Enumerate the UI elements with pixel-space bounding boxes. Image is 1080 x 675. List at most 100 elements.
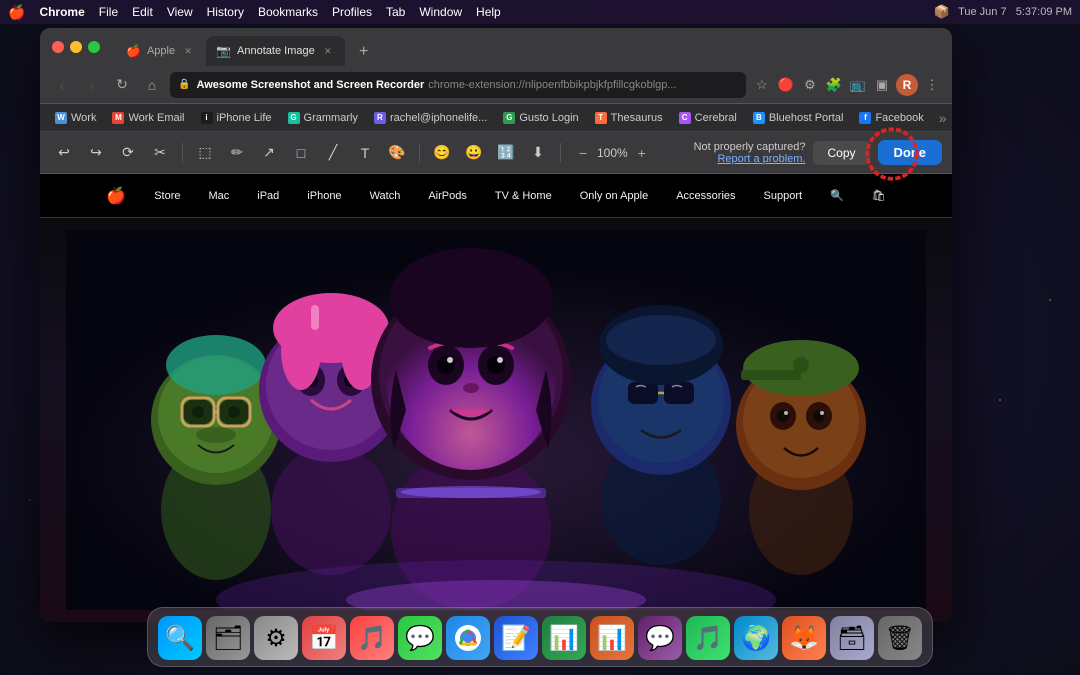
bookmark-gusto[interactable]: G Gusto Login: [496, 109, 585, 127]
bookmark-iphonelife[interactable]: i iPhone Life: [194, 109, 279, 127]
rotate-button[interactable]: ⟳: [114, 139, 142, 167]
dock-safari[interactable]: 🌍: [734, 616, 778, 660]
bookmark-work-email-label: Work Email: [128, 112, 184, 124]
tab-annotate[interactable]: 📷 Annotate Image ✕: [206, 36, 345, 66]
redo-button[interactable]: ↪: [82, 139, 110, 167]
extension-icon-chrome[interactable]: ⚙: [800, 75, 820, 95]
menubar-edit[interactable]: Edit: [132, 5, 153, 19]
new-tab-button[interactable]: +: [350, 38, 378, 66]
copy-button[interactable]: Copy: [813, 141, 869, 165]
dock-spotify[interactable]: 🎵: [686, 616, 730, 660]
bookmarks-bar: W Work M Work Email i iPhone Life G Gram…: [40, 104, 952, 132]
bookmark-work-email[interactable]: M Work Email: [105, 109, 191, 127]
zoom-in-button[interactable]: +: [632, 143, 652, 163]
bookmark-work[interactable]: W Work: [48, 109, 103, 127]
crop-button[interactable]: ✂: [146, 139, 174, 167]
bookmark-thesaurus-favicon: T: [595, 112, 607, 124]
menubar-bookmarks[interactable]: Bookmarks: [258, 5, 318, 19]
menubar-view[interactable]: View: [167, 5, 193, 19]
dock-finder2[interactable]: 🗃: [830, 616, 874, 660]
fill-button[interactable]: 🎨: [383, 139, 411, 167]
line-button[interactable]: ╱: [319, 139, 347, 167]
title-bar: 🍎 Apple ✕ 📷 Annotate Image ✕ +: [40, 28, 952, 66]
sidebar-icon[interactable]: ▣: [872, 75, 892, 95]
menubar-tab[interactable]: Tab: [386, 5, 405, 19]
tab-apple[interactable]: 🍎 Apple ✕: [116, 36, 205, 66]
zoom-control: − 100% +: [573, 143, 652, 163]
dock-powerpoint[interactable]: 📊: [590, 616, 634, 660]
dock-word[interactable]: 📝: [494, 616, 538, 660]
bookmark-facebook[interactable]: f Facebook: [852, 109, 930, 127]
tab-apple-close[interactable]: ✕: [181, 44, 195, 58]
dock-system-prefs[interactable]: ⚙: [254, 616, 298, 660]
capture-status: Not properly captured? Report a problem.: [694, 141, 806, 165]
arrow-button[interactable]: ↗: [255, 139, 283, 167]
toolbar-separator-2: [419, 143, 420, 163]
apple-nav-watch: Watch: [370, 190, 401, 202]
menubar-help[interactable]: Help: [476, 5, 501, 19]
bookmark-grammarly-label: Grammarly: [304, 112, 358, 124]
menubar-window[interactable]: Window: [419, 5, 462, 19]
bookmark-work-favicon: W: [55, 112, 67, 124]
download-button[interactable]: ⬇: [524, 139, 552, 167]
report-problem-link[interactable]: Report a problem.: [717, 153, 805, 165]
forward-button[interactable]: ›: [80, 73, 104, 97]
star-icon[interactable]: ☆: [752, 75, 772, 95]
apple-nav-airpods: AirPods: [428, 190, 467, 202]
dock-music[interactable]: 🎵: [350, 616, 394, 660]
apple-search-icon: 🔍: [830, 189, 844, 202]
bookmark-bluehost[interactable]: B Bluehost Portal: [746, 109, 851, 127]
menubar-dropbox-icon: 📦: [934, 4, 950, 20]
home-button[interactable]: ⌂: [140, 73, 164, 97]
menubar-history[interactable]: History: [207, 5, 244, 19]
bookmark-work-email-favicon: M: [112, 112, 124, 124]
dock-firefox[interactable]: 🦊: [782, 616, 826, 660]
apple-menu-icon[interactable]: 🍎: [8, 4, 25, 21]
apple-nav-bar: 🍎 Store Mac iPad iPhone Watch AirPods TV…: [40, 174, 952, 218]
bookmark-rachel[interactable]: R rachel@iphonelife...: [367, 109, 494, 127]
dock-excel[interactable]: 📊: [542, 616, 586, 660]
menubar-profiles[interactable]: Profiles: [332, 5, 372, 19]
menu-icon[interactable]: ⋮: [922, 75, 942, 95]
pen-button[interactable]: ✏: [223, 139, 251, 167]
bookmark-cerebral[interactable]: C Cerebral: [672, 109, 744, 127]
zoom-out-button[interactable]: −: [573, 143, 593, 163]
dock-launchpad[interactable]: 🗂: [206, 616, 250, 660]
emoji-button[interactable]: 😀: [460, 139, 488, 167]
bookmark-rachel-favicon: R: [374, 112, 386, 124]
menubar-chrome[interactable]: Chrome: [39, 5, 84, 19]
bookmark-iphonelife-label: iPhone Life: [217, 112, 272, 124]
bookmarks-overflow-button[interactable]: »: [935, 108, 951, 128]
extension-icon-red[interactable]: 🔴: [776, 75, 796, 95]
dock-messages[interactable]: 💬: [398, 616, 442, 660]
back-button[interactable]: ‹: [50, 73, 74, 97]
zoom-level: 100%: [597, 146, 628, 160]
profile-avatar[interactable]: R: [896, 74, 918, 96]
extensions-button[interactable]: 🧩: [824, 75, 844, 95]
dock-finder[interactable]: 🔍: [158, 616, 202, 660]
address-text: Awesome Screenshot and Screen Recorder c…: [196, 79, 676, 91]
dock-trash[interactable]: 🗑: [878, 616, 922, 660]
done-button[interactable]: Done: [878, 140, 943, 165]
undo-button[interactable]: ↩: [50, 139, 78, 167]
dock-slack[interactable]: 💬: [638, 616, 682, 660]
select-button[interactable]: ⬚: [191, 139, 219, 167]
text-button[interactable]: T: [351, 139, 379, 167]
close-button[interactable]: [52, 41, 64, 53]
bookmark-thesaurus[interactable]: T Thesaurus: [588, 109, 670, 127]
rectangle-button[interactable]: □: [287, 139, 315, 167]
maximize-button[interactable]: [88, 41, 100, 53]
address-bar[interactable]: 🔒 Awesome Screenshot and Screen Recorder…: [170, 72, 746, 98]
minimize-button[interactable]: [70, 41, 82, 53]
dock-chrome[interactable]: [446, 616, 490, 660]
sticker-button[interactable]: 😊: [428, 139, 456, 167]
apple-nav-store: Store: [154, 190, 180, 202]
menubar-file[interactable]: File: [99, 5, 118, 19]
special-button[interactable]: 🔢: [492, 139, 520, 167]
cast-icon[interactable]: 📺: [848, 75, 868, 95]
bookmark-facebook-favicon: f: [859, 112, 871, 124]
dock-calendar[interactable]: 📅: [302, 616, 346, 660]
reload-button[interactable]: ↻: [110, 73, 134, 97]
bookmark-grammarly[interactable]: G Grammarly: [281, 109, 365, 127]
tab-annotate-close[interactable]: ✕: [321, 44, 335, 58]
